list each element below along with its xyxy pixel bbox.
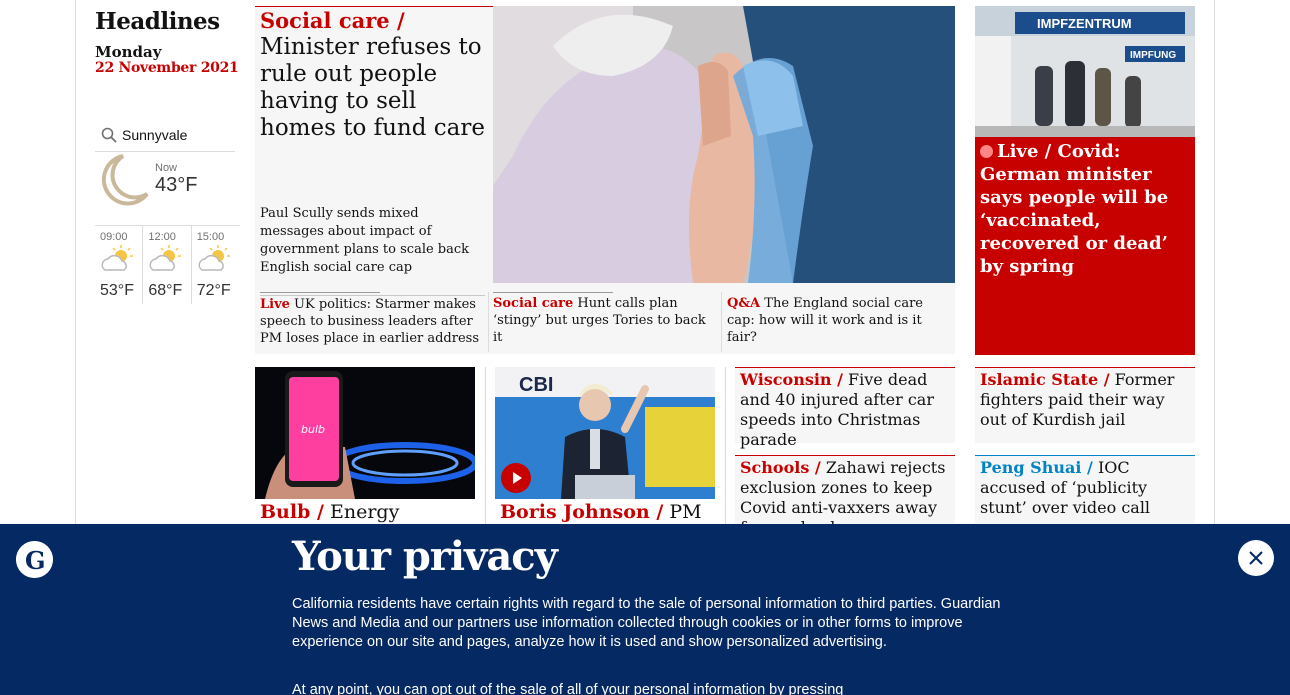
- story-card[interactable]: Islamic State / Former fighters paid the…: [975, 367, 1195, 443]
- live-headline[interactable]: Live / Covid: German minister says peopl…: [980, 140, 1192, 278]
- headlines-title: Headlines: [95, 8, 220, 35]
- forecast-time: 09:00: [100, 231, 128, 243]
- search-icon: [101, 127, 117, 143]
- story-kicker: Wisconsin /: [740, 370, 843, 389]
- weather-now-temp: 43°F: [155, 174, 198, 196]
- weather-now-label: Now: [155, 162, 178, 174]
- privacy-body-optout: At any point, you can opt out of the sal…: [292, 682, 844, 695]
- weather-location-search[interactable]: Sunnyvale: [95, 118, 235, 152]
- image-sign-text: IMPFZENTRUM: [1037, 16, 1132, 31]
- cbi-logo-text: CBI: [519, 374, 553, 396]
- privacy-title: Your privacy: [292, 533, 558, 580]
- sublink-kicker: Social care: [493, 296, 574, 311]
- divider: [721, 292, 722, 352]
- live-kicker: Live /: [997, 141, 1052, 162]
- image-sign-text-2: IMPFUNG: [1130, 50, 1176, 61]
- lead-kicker[interactable]: Social care /: [260, 8, 490, 34]
- divider: [725, 367, 726, 527]
- lead-sublink[interactable]: Social care Hunt calls plan ‘stingy’ but…: [493, 295, 715, 346]
- story-kicker: Islamic State /: [980, 370, 1110, 389]
- forecast-time: 15:00: [196, 231, 225, 243]
- story-kicker: Schools /: [740, 458, 821, 477]
- boris-kicker: Boris Johnson /: [500, 501, 664, 523]
- sun-cloud-icon: [198, 245, 230, 271]
- forecast-item: 09:00 53°F: [95, 226, 144, 304]
- sun-cloud-icon: [101, 245, 133, 271]
- forecast-time: 12:00: [148, 231, 176, 243]
- divider: [260, 292, 380, 293]
- story-card[interactable]: Wisconsin / Five dead and 40 injured aft…: [735, 367, 955, 449]
- divider: [485, 367, 486, 527]
- headlines-day: Monday: [95, 43, 162, 61]
- forecast-temp: 53°F: [100, 282, 134, 299]
- bulb-kicker: Bulb /: [260, 501, 324, 523]
- weather-location[interactable]: Sunnyvale: [122, 127, 187, 143]
- lead-standfirst: Paul Scully sends mixed messages about i…: [260, 206, 470, 275]
- story-card[interactable]: Schools / Zahawi rejects exclusion zones…: [735, 455, 955, 537]
- close-button[interactable]: [1238, 540, 1274, 576]
- moon-icon: [101, 154, 149, 206]
- weather-forecast: 09:00 53°F 12:00 68°F 15:00 72°F: [95, 225, 240, 304]
- play-video-icon[interactable]: [501, 463, 531, 493]
- lead-sublink[interactable]: Q&A The England social care cap: how wil…: [727, 295, 949, 346]
- lead-story-image[interactable]: [493, 6, 955, 283]
- privacy-body: California residents have certain rights…: [292, 596, 1001, 650]
- divider: [493, 292, 613, 293]
- forecast-item: 12:00 68°F: [143, 226, 192, 304]
- lead-sublink[interactable]: Live UK politics: Starmer makes speech t…: [260, 295, 485, 347]
- boris-headline[interactable]: Boris Johnson / PM: [500, 500, 720, 524]
- close-icon: [1249, 551, 1263, 565]
- bulb-story-image[interactable]: bulb: [255, 367, 475, 499]
- story-card[interactable]: Peng Shuai / IOC accused of ‘publicity s…: [975, 455, 1195, 525]
- forecast-temp: 72°F: [196, 282, 231, 299]
- live-story-image[interactable]: IMPFZENTRUM IMPFUNG: [975, 6, 1195, 137]
- privacy-banner: G Your privacy California residents have…: [0, 524, 1290, 695]
- divider: [488, 292, 489, 352]
- lead-headline[interactable]: Minister refuses to rule out people havi…: [260, 34, 490, 142]
- live-dot-icon: [980, 145, 993, 158]
- svg-text:G: G: [25, 546, 46, 575]
- forecast-temp: 68°F: [148, 282, 183, 299]
- story-kicker: Peng Shuai /: [980, 458, 1093, 477]
- bulb-logo-text: bulb: [301, 423, 325, 436]
- boris-headline-text: PM: [669, 501, 702, 523]
- sublink-kicker: Q&A: [727, 296, 761, 311]
- forecast-item: 15:00 72°F: [192, 226, 240, 304]
- play-icon: [513, 472, 522, 484]
- guardian-logo-icon: G: [16, 541, 53, 578]
- sublink-text: UK politics: Starmer makes speech to bus…: [260, 297, 480, 346]
- sun-cloud-icon: [149, 245, 182, 271]
- headlines-date: 22 November 2021: [95, 60, 239, 76]
- sublink-kicker: Live: [260, 297, 290, 312]
